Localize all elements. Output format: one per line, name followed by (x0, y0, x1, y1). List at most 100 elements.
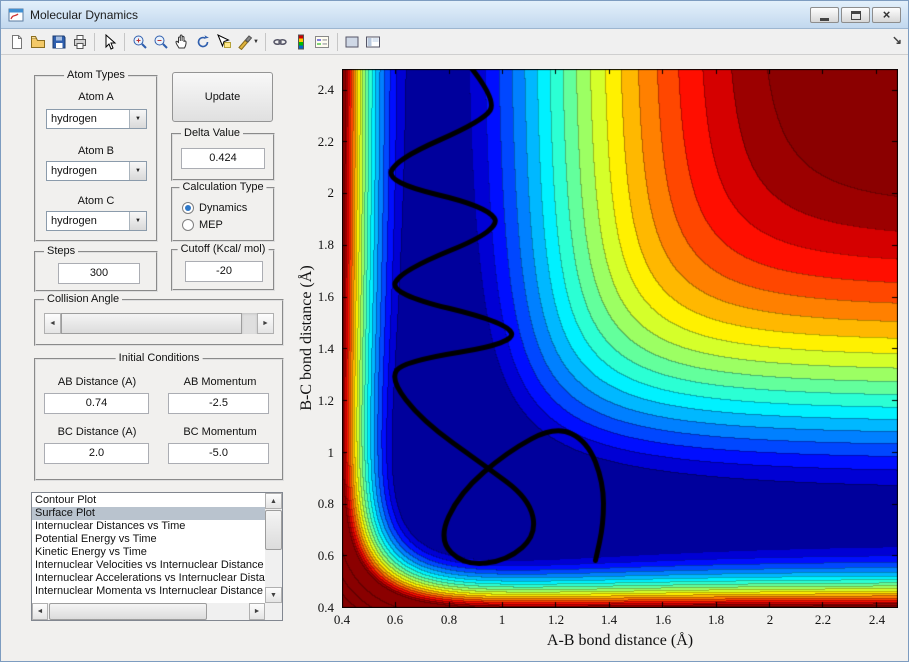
atom-b-select[interactable]: hydrogen ▼ (46, 161, 147, 181)
panel-title: Delta Value (181, 127, 243, 139)
delta-value-panel: Delta Value 0.424 (171, 133, 275, 181)
y-tick-label: 1.6 (318, 289, 334, 305)
plot-type-item[interactable]: Potential Energy vs Time (32, 533, 265, 546)
scroll-left-arrow[interactable]: ◄ (32, 603, 48, 620)
scroll-up-arrow[interactable]: ▲ (265, 493, 282, 509)
delta-value-field[interactable]: 0.424 (181, 148, 265, 169)
y-tick-label: 0.8 (318, 496, 334, 512)
bc-momentum-field[interactable]: -5.0 (168, 443, 269, 464)
atom-c-value: hydrogen (51, 215, 97, 227)
panel-title: Initial Conditions (116, 352, 203, 364)
figure-app-icon (8, 7, 24, 23)
scroll-down-arrow[interactable]: ▼ (265, 587, 282, 603)
x-tick-label: 0.8 (441, 612, 457, 628)
atom-a-label: Atom A (36, 91, 156, 103)
plot-type-listbox[interactable]: Contour Plot Surface Plot Internuclear D… (31, 492, 283, 621)
horizontal-scrollbar[interactable]: ◄ ► (32, 603, 265, 620)
slider-left-arrow[interactable]: ◄ (44, 313, 61, 334)
plot-type-item[interactable]: Internuclear Momenta vs Internuclear Dis… (32, 585, 265, 598)
x-axis-label: A-B bond distance (Å) (547, 632, 693, 650)
x-tick-label: 1 (499, 612, 506, 628)
slider-thumb[interactable] (61, 313, 242, 334)
dynamics-radio[interactable] (182, 202, 194, 214)
brush-icon[interactable] (234, 31, 255, 52)
rotate-3d-icon[interactable] (192, 31, 213, 52)
steps-field[interactable]: 300 (58, 263, 140, 284)
edit-plot-icon[interactable] (99, 31, 120, 52)
plot-type-item[interactable]: Internuclear Accelerations vs Internucle… (32, 572, 265, 585)
atom-a-value: hydrogen (51, 113, 97, 125)
figure-window: Molecular Dynamics × (0, 0, 909, 662)
close-icon: × (883, 9, 891, 21)
x-tick-label: 2.4 (869, 612, 885, 628)
scroll-thumb[interactable] (49, 603, 207, 620)
mep-radio[interactable] (182, 219, 194, 231)
atom-a-select[interactable]: hydrogen ▼ (46, 109, 147, 129)
scroll-thumb[interactable] (265, 510, 282, 550)
link-plot-icon[interactable] (270, 31, 291, 52)
collision-angle-panel: Collision Angle ◄ ► (34, 299, 284, 346)
x-tick-label: 1.2 (548, 612, 564, 628)
new-figure-icon[interactable] (6, 31, 27, 52)
title-bar[interactable]: Molecular Dynamics × (1, 1, 908, 29)
ab-distance-field[interactable]: 0.74 (44, 393, 149, 414)
slider-right-arrow[interactable]: ► (257, 313, 274, 334)
insert-legend-icon[interactable] (312, 31, 333, 52)
open-file-icon[interactable] (27, 31, 48, 52)
zoom-in-icon[interactable] (129, 31, 150, 52)
dynamics-radio-label[interactable]: Dynamics (199, 202, 247, 214)
slider-channel[interactable] (242, 313, 257, 334)
close-button[interactable]: × (872, 7, 901, 23)
maximize-button[interactable] (841, 7, 870, 23)
figure-toolbar: ▼ ↘ (1, 29, 908, 55)
chevron-down-icon[interactable]: ▼ (129, 212, 146, 230)
zoom-out-icon[interactable] (150, 31, 171, 52)
scroll-right-arrow[interactable]: ► (249, 603, 265, 620)
initial-conditions-panel: Initial Conditions AB Distance (A) AB Mo… (34, 358, 284, 481)
chevron-down-icon[interactable]: ▼ (129, 162, 146, 180)
plot-type-item[interactable]: Surface Plot (32, 507, 265, 520)
x-tick-label: 1.4 (601, 612, 617, 628)
toolbar-separator (337, 33, 338, 51)
x-tick-label: 1.8 (708, 612, 724, 628)
bc-distance-field[interactable]: 2.0 (44, 443, 149, 464)
dock-figure-icon[interactable]: ↘ (892, 33, 902, 47)
atom-c-label: Atom C (36, 195, 156, 207)
hide-plot-tools-icon[interactable] (342, 31, 363, 52)
collision-angle-slider[interactable]: ◄ ► (44, 313, 274, 334)
y-tick-label: 0.6 (318, 548, 334, 564)
chevron-down-icon[interactable]: ▼ (129, 110, 146, 128)
plot-type-item[interactable]: Internuclear Distances vs Time (32, 520, 265, 533)
brush-dropdown-caret[interactable]: ▼ (253, 39, 259, 45)
atom-c-select[interactable]: hydrogen ▼ (46, 211, 147, 231)
data-cursor-icon[interactable] (213, 31, 234, 52)
plot-type-item[interactable]: Kinetic Energy vs Time (32, 546, 265, 559)
pes-plot-canvas[interactable] (342, 69, 898, 608)
y-tick-label: 2 (328, 185, 335, 201)
panel-title: Atom Types (64, 69, 128, 81)
pan-hand-icon[interactable] (171, 31, 192, 52)
print-figure-icon[interactable] (69, 31, 90, 52)
vertical-scrollbar[interactable]: ▲ ▼ (265, 493, 282, 603)
steps-panel: Steps 300 (34, 251, 158, 292)
update-button[interactable]: Update (172, 72, 273, 122)
ab-momentum-field[interactable]: -2.5 (168, 393, 269, 414)
minimize-button[interactable] (810, 7, 839, 23)
plot-type-item[interactable]: Contour Plot (32, 494, 265, 507)
atom-b-value: hydrogen (51, 165, 97, 177)
insert-colorbar-icon[interactable] (291, 31, 312, 52)
panel-title: Cutoff (Kcal/ mol) (178, 243, 269, 255)
scrollbar-corner (265, 603, 282, 620)
show-plot-tools-icon[interactable] (363, 31, 384, 52)
cutoff-panel: Cutoff (Kcal/ mol) -20 (171, 249, 275, 291)
cutoff-field[interactable]: -20 (185, 261, 263, 282)
y-tick-label: 0.4 (318, 600, 334, 616)
save-figure-icon[interactable] (48, 31, 69, 52)
ab-momentum-label: AB Momentum (164, 376, 276, 388)
y-tick-label: 2.4 (318, 82, 334, 98)
y-tick-label: 1.2 (318, 393, 334, 409)
panel-title: Calculation Type (179, 181, 266, 193)
plot-type-item[interactable]: Internuclear Velocities vs Internuclear … (32, 559, 265, 572)
panel-title: Collision Angle (44, 293, 122, 305)
mep-radio-label[interactable]: MEP (199, 219, 223, 231)
